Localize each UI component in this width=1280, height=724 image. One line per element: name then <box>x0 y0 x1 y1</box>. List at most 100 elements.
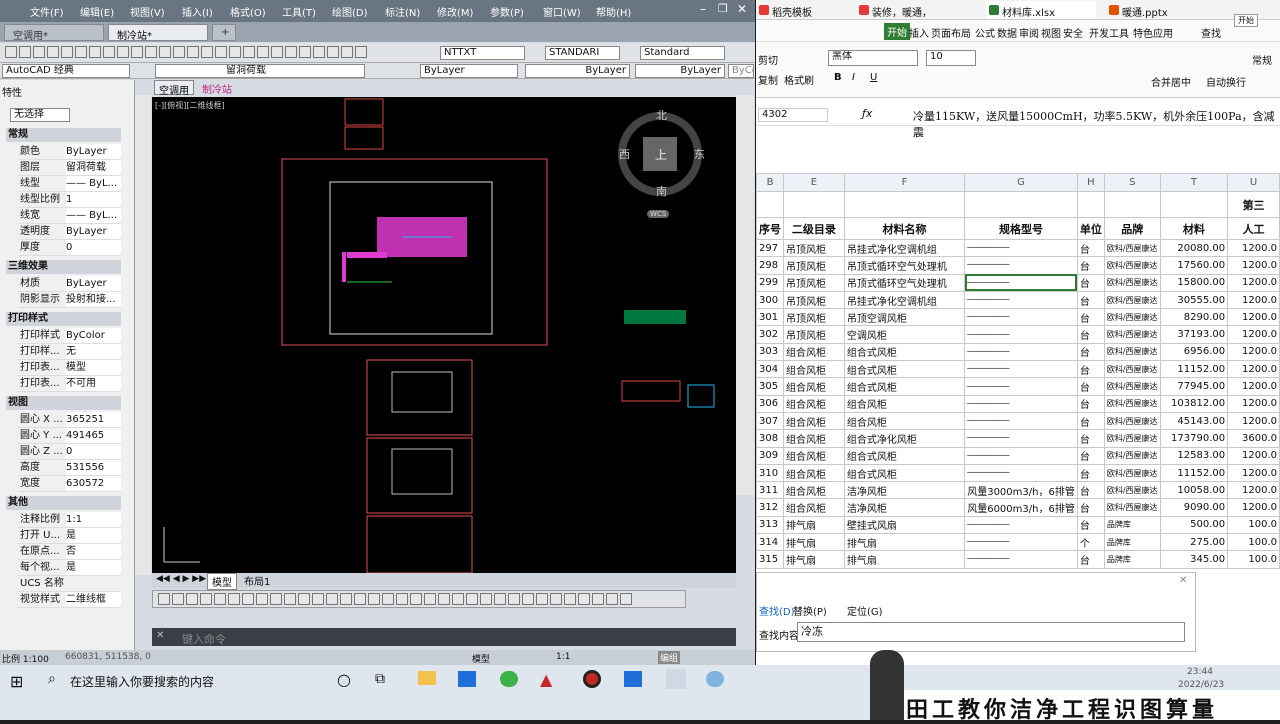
table-cell[interactable]: 台 <box>1076 411 1105 431</box>
spec-cell[interactable]: ━━━━━━━━━━━━━━ <box>964 290 1078 310</box>
spec-cell[interactable]: ━━━━━━━━━━━━━━ <box>964 325 1078 344</box>
recorder-icon[interactable] <box>583 670 601 688</box>
prop-row[interactable]: 打印表... 模型 <box>18 360 121 376</box>
table-cell[interactable]: 欧科/西屋康达 <box>1103 342 1161 362</box>
table-cell[interactable]: 6956.00 <box>1159 342 1229 362</box>
table-cell[interactable]: 台 <box>1076 360 1105 379</box>
table-cell[interactable]: 台 <box>1076 273 1105 292</box>
spec-cell[interactable]: ━━━━━━━━━━━━━━ <box>964 463 1078 483</box>
table-style-combo[interactable]: Standard <box>640 46 725 60</box>
find-tab-find[interactable]: 查找(D) <box>759 603 795 618</box>
table-cell[interactable]: 台 <box>1076 308 1105 327</box>
table-cell[interactable]: 307 <box>756 411 784 431</box>
modify-toolbar[interactable] <box>736 95 754 495</box>
doc-tab-zhuangxiu[interactable]: 装修，暖通， <box>856 1 956 19</box>
table-cell[interactable]: 309 <box>756 446 784 465</box>
table-cell[interactable]: 1200.0 <box>1227 463 1280 483</box>
prop-row[interactable]: 线宽 —— ByL... <box>18 208 121 224</box>
taskbar-search[interactable]: 在这里输入你要搜索的内容 <box>70 673 214 690</box>
spec-cell[interactable]: ━━━━━━━━━━━━━━ <box>964 429 1078 448</box>
table-cell[interactable]: 77945.00 <box>1159 377 1229 396</box>
prop-row[interactable]: UCS 名称 <box>18 576 121 592</box>
table-cell[interactable]: 组合式风柜 <box>843 360 966 379</box>
table-cell[interactable]: 组合风柜 <box>783 463 845 483</box>
spec-cell[interactable]: ━━━━━━━━━━━━━━ <box>964 394 1078 413</box>
menu-data[interactable]: 数据 <box>997 25 1017 40</box>
spec-cell[interactable]: ━━━━━━━━━━━━━━ <box>964 446 1078 465</box>
table-cell[interactable]: 组合风柜 <box>843 411 966 431</box>
prop-value[interactable]: 491465 <box>66 428 121 443</box>
table-cell[interactable]: 100.0 <box>1227 550 1280 569</box>
prop-row[interactable]: 打印样... 无 <box>18 344 121 360</box>
table-cell[interactable]: 欧科/西屋康达 <box>1103 256 1161 275</box>
table-cell[interactable]: 台 <box>1076 325 1105 344</box>
table-cell[interactable]: 1200.0 <box>1227 411 1280 431</box>
formula-content[interactable]: 冷量115KW，送风量15000CmH，功率5.5KW，机外余压100Pa，含减… <box>913 108 1280 140</box>
prop-value[interactable]: ByLayer <box>66 276 121 291</box>
find-close-icon[interactable]: ✕ <box>1179 575 1187 586</box>
file-tab-zhilengzhan[interactable]: 制冷站* <box>108 24 208 42</box>
table-cell[interactable]: 10058.00 <box>1159 481 1229 500</box>
table-cell[interactable]: 组合风柜 <box>783 411 845 431</box>
table-cell[interactable]: 组合风柜 <box>783 446 845 465</box>
table-cell[interactable]: 17560.00 <box>1159 256 1229 275</box>
wrap-text-button[interactable]: 自动换行 <box>1206 74 1246 89</box>
table-cell[interactable]: 303 <box>756 342 784 362</box>
command-input[interactable]: 键入命令 <box>182 631 226 647</box>
table-cell[interactable]: 299 <box>756 273 784 292</box>
layout-nav-icon[interactable]: ◀◀ ◀ ▶ ▶▶ <box>156 574 206 584</box>
prop-section-title[interactable]: 视图 <box>6 396 121 410</box>
blank-cell[interactable] <box>964 191 1078 218</box>
table-cell[interactable]: 315 <box>756 550 784 569</box>
menu-page-layout[interactable]: 页面布局 <box>931 25 971 40</box>
table-cell[interactable]: 1200.0 <box>1227 394 1280 413</box>
name-box[interactable]: 4302 <box>758 108 828 122</box>
table-cell[interactable]: 台 <box>1076 429 1105 448</box>
menu-dev-tools[interactable]: 开发工具 <box>1089 25 1129 40</box>
table-cell[interactable]: 37193.00 <box>1159 325 1229 344</box>
bottom-toolbar[interactable] <box>152 590 686 608</box>
table-cell[interactable]: 9090.00 <box>1159 498 1229 517</box>
bold-button[interactable]: B <box>834 72 842 83</box>
spec-cell[interactable]: ━━━━━━━━━━━━━━ <box>964 411 1078 431</box>
prop-value[interactable]: 不可用 <box>66 376 121 391</box>
header-cell[interactable]: 人工 <box>1227 217 1280 240</box>
menu-view[interactable]: 视图(V) <box>130 4 165 19</box>
menu-file[interactable]: 文件(F) <box>30 4 64 19</box>
table-cell[interactable]: 吊顶风柜 <box>783 238 845 258</box>
table-cell[interactable]: 欧科/西屋康达 <box>1103 498 1161 517</box>
prop-value[interactable]: 否 <box>66 544 121 559</box>
column-header[interactable]: G <box>964 173 1078 192</box>
spec-cell[interactable]: ━━━━━━━━━━━━━━ <box>964 515 1078 535</box>
menu-find[interactable]: 查找 <box>1201 25 1221 40</box>
table-cell[interactable]: 排气扇 <box>783 515 845 535</box>
menu-special[interactable]: 特色应用 <box>1133 25 1173 40</box>
column-header[interactable]: F <box>843 173 966 192</box>
table-cell[interactable]: 组合风柜 <box>783 342 845 362</box>
doc-tab-cailiaoku[interactable]: 材料库.xlsx <box>986 1 1096 19</box>
table-cell[interactable]: 304 <box>756 360 784 379</box>
table-cell[interactable]: 297 <box>756 238 784 258</box>
wcs-badge[interactable]: WCS <box>647 210 670 218</box>
table-cell[interactable]: 欧科/西屋康达 <box>1103 463 1161 483</box>
menu-edit[interactable]: 编辑(E) <box>80 4 114 19</box>
search-icon[interactable]: ⌕ <box>48 671 56 687</box>
table-cell[interactable]: 台 <box>1076 463 1105 483</box>
section-label[interactable]: 第三 <box>1227 191 1280 218</box>
table-cell[interactable]: 308 <box>756 429 784 448</box>
prop-row[interactable]: 阴影显示 投射和接... <box>18 292 121 308</box>
table-cell[interactable]: 台 <box>1076 550 1105 569</box>
copy-button[interactable]: 复制 <box>758 72 778 87</box>
prop-value[interactable]: 是 <box>66 560 121 575</box>
table-cell[interactable]: 台 <box>1076 290 1105 310</box>
column-header[interactable]: T <box>1159 173 1229 192</box>
prop-value[interactable]: 是 <box>66 528 121 543</box>
cortana-icon[interactable]: ○ <box>337 670 351 689</box>
table-cell[interactable]: 组合式风柜 <box>843 342 966 362</box>
menu-insert[interactable]: 插入(I) <box>182 4 213 19</box>
table-cell[interactable]: 305 <box>756 377 784 396</box>
table-cell[interactable]: 欧科/西屋康达 <box>1103 290 1161 310</box>
prop-row[interactable]: 注释比例 1:1 <box>18 512 121 528</box>
table-cell[interactable]: 298 <box>756 256 784 275</box>
table-cell[interactable]: 吊顶风柜 <box>783 290 845 310</box>
